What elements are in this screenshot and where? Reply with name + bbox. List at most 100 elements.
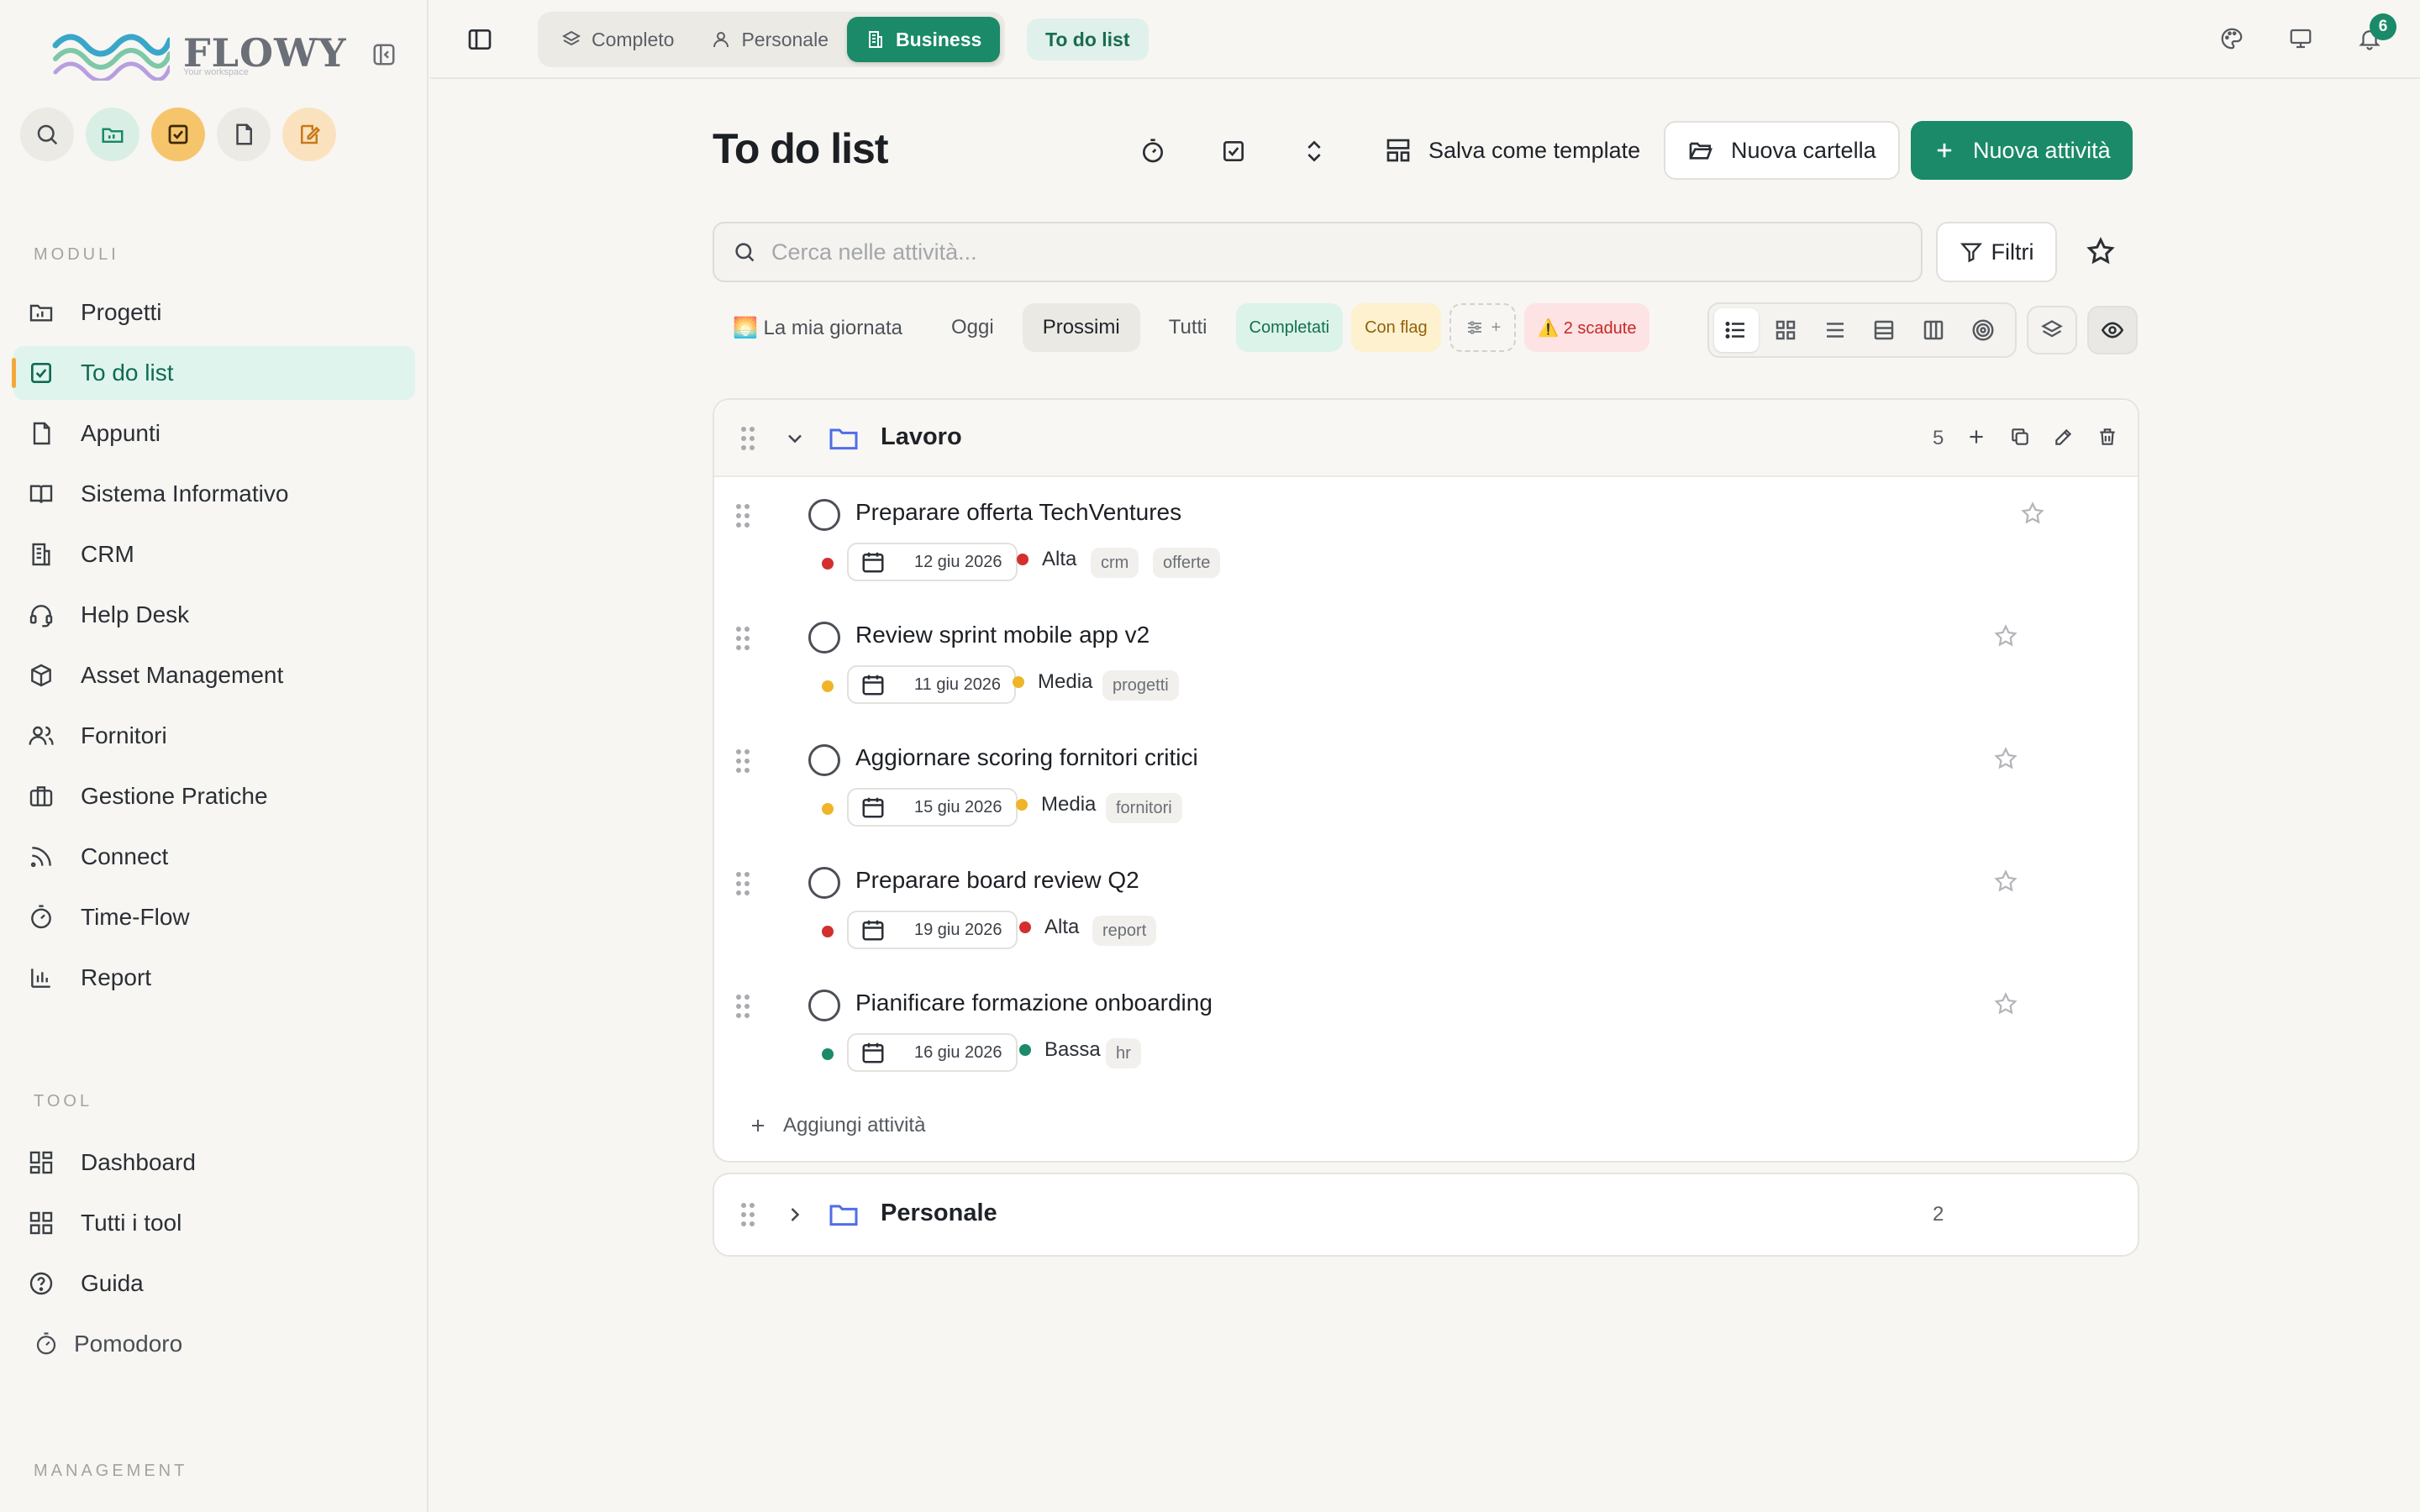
new-folder-button[interactable]: Nuova cartella [1664, 121, 1900, 180]
drag-handle-icon[interactable] [734, 625, 751, 652]
favorites-button[interactable] [2086, 236, 2116, 266]
sidebar-item-progetti[interactable]: Progetti [13, 286, 415, 339]
due-date-chip[interactable]: 15 giu 2026 [847, 788, 1018, 827]
view-grid-button[interactable] [1764, 308, 1808, 352]
sidebar-item-sistema-informativo[interactable]: Sistema Informativo [13, 467, 415, 521]
chevron-right-icon[interactable] [783, 1203, 807, 1226]
drag-handle-icon[interactable] [734, 870, 751, 897]
view-focus-button[interactable] [1960, 308, 2005, 352]
due-date-chip[interactable]: 16 giu 2026 [847, 1033, 1018, 1072]
new-task-button[interactable]: Nuova attività [1911, 121, 2133, 180]
task-tag[interactable]: crm [1091, 548, 1139, 578]
priority-text: Media [1041, 793, 1097, 816]
sidebar-item-fornitori[interactable]: Fornitori [13, 709, 415, 763]
task-tag[interactable]: progetti [1102, 670, 1179, 701]
timer-button[interactable] [1136, 134, 1170, 168]
sidebar-item-asset-management[interactable]: Asset Management [13, 648, 415, 702]
task-complete-checkbox[interactable] [808, 744, 840, 776]
sidebar-item-appunti[interactable]: Appunti [13, 407, 415, 460]
due-date-chip[interactable]: 11 giu 2026 [847, 665, 1017, 704]
star-icon[interactable] [2020, 501, 2045, 526]
star-icon[interactable] [1993, 869, 2018, 894]
panel-toggle-button[interactable] [464, 24, 496, 55]
star-icon[interactable] [1993, 623, 2018, 648]
due-date-chip[interactable]: 12 giu 2026 [847, 543, 1018, 581]
segment-completo[interactable]: Completo [543, 17, 692, 62]
add-task-button[interactable]: Aggiungi attività [748, 1114, 925, 1137]
task-complete-checkbox[interactable] [808, 867, 840, 899]
drag-handle-icon[interactable] [739, 1201, 756, 1228]
quick-search-button[interactable] [20, 108, 74, 161]
breadcrumb[interactable]: To do list [1027, 18, 1149, 60]
folder-header[interactable]: Personale 2 [714, 1174, 2138, 1255]
search-input[interactable] [771, 239, 1864, 265]
sidebar-item-crm[interactable]: CRM [13, 528, 415, 581]
quick-edit-note-button[interactable] [282, 108, 336, 161]
sidebar-item-connect[interactable]: Connect [13, 830, 415, 884]
drag-handle-icon[interactable] [734, 993, 751, 1020]
view-compact-button[interactable] [1812, 308, 1857, 352]
pomodoro-button[interactable]: Pomodoro [34, 1331, 182, 1357]
app-logo[interactable]: FLOWY Your workspace [52, 25, 347, 81]
task-tag[interactable]: hr [1106, 1038, 1141, 1068]
sidebar-item-report[interactable]: Report [13, 951, 415, 1005]
segment-personale[interactable]: Personale [692, 17, 847, 62]
notifications-button[interactable]: 6 [2353, 13, 2396, 55]
view-kanban-button[interactable] [1912, 308, 1956, 352]
save-template-button[interactable]: Salva come template [1363, 121, 1662, 180]
sidebar-item-dashboard[interactable]: Dashboard [13, 1136, 415, 1189]
trash-icon[interactable] [2094, 423, 2121, 450]
folder-header[interactable]: Lavoro 5 [714, 400, 2138, 477]
task-row[interactable]: Pianificare formazione onboarding 16 giu… [714, 968, 2138, 1090]
star-icon[interactable] [1993, 746, 2018, 771]
segment-business[interactable]: Business [847, 17, 1001, 62]
task-row[interactable]: Aggiornare scoring fornitori critici 15 … [714, 722, 2138, 845]
visibility-button[interactable] [2087, 306, 2138, 354]
filters-button[interactable]: Filtri [1936, 222, 2057, 282]
due-date-chip[interactable]: 19 giu 2026 [847, 911, 1018, 949]
task-row[interactable]: Preparare offerta TechVentures 12 giu 20… [714, 477, 2138, 600]
sidebar-item-tutti-i-tool[interactable]: Tutti i tool [13, 1196, 415, 1250]
task-row[interactable]: Preparare board review Q2 19 giu 2026 Al… [714, 845, 2138, 968]
star-icon[interactable] [1993, 991, 2018, 1016]
add-task-icon[interactable] [1963, 423, 1990, 450]
filter-all[interactable]: Tutti [1149, 303, 1228, 352]
sidebar-item-help-desk[interactable]: Help Desk [13, 588, 415, 642]
sidebar-item-gestione-pratiche[interactable]: Gestione Pratiche [13, 769, 415, 823]
quick-todo-button[interactable] [151, 108, 205, 161]
filter-my-day[interactable]: 🌅 La mia giornata [713, 303, 923, 352]
edit-icon[interactable] [2050, 423, 2077, 450]
task-complete-checkbox[interactable] [808, 622, 840, 654]
sort-button[interactable] [1297, 134, 1331, 168]
theme-button[interactable] [2215, 22, 2249, 55]
sidebar-item-todo[interactable]: To do list [12, 346, 415, 400]
quick-notes-button[interactable] [217, 108, 271, 161]
task-complete-checkbox[interactable] [808, 990, 840, 1021]
select-tasks-button[interactable] [1217, 134, 1250, 168]
view-table-button[interactable] [1862, 308, 1907, 352]
task-row[interactable]: Review sprint mobile app v2 11 giu 2026 … [714, 600, 2138, 722]
drag-handle-icon[interactable] [734, 748, 751, 774]
duplicate-icon[interactable] [2007, 423, 2033, 450]
quick-projects-button[interactable] [86, 108, 139, 161]
drag-handle-icon[interactable] [734, 502, 751, 529]
task-tag[interactable]: fornitori [1106, 793, 1182, 823]
chevron-down-icon[interactable] [783, 427, 807, 450]
display-button[interactable] [2284, 22, 2317, 55]
drag-handle-icon[interactable] [739, 425, 756, 452]
filter-completed[interactable]: Completati [1235, 303, 1344, 352]
filter-overdue[interactable]: ⚠️ 2 scadute [1524, 303, 1650, 352]
filter-flagged[interactable]: Con flag [1351, 303, 1441, 352]
group-by-button[interactable] [2027, 306, 2077, 354]
filter-upcoming[interactable]: Prossimi [1022, 303, 1140, 352]
task-complete-checkbox[interactable] [808, 499, 840, 531]
edit-note-icon [301, 124, 321, 144]
sidebar-item-time-flow[interactable]: Time-Flow [13, 890, 415, 944]
view-list-button[interactable] [1714, 308, 1759, 352]
filter-custom-add[interactable]: + [1449, 303, 1517, 352]
sidebar-item-guida[interactable]: Guida [13, 1257, 415, 1310]
task-tag[interactable]: report [1092, 916, 1157, 946]
filter-today[interactable]: Oggi [931, 303, 1014, 352]
task-tag[interactable]: offerte [1153, 548, 1221, 578]
sidebar-collapse-button[interactable] [370, 40, 398, 69]
